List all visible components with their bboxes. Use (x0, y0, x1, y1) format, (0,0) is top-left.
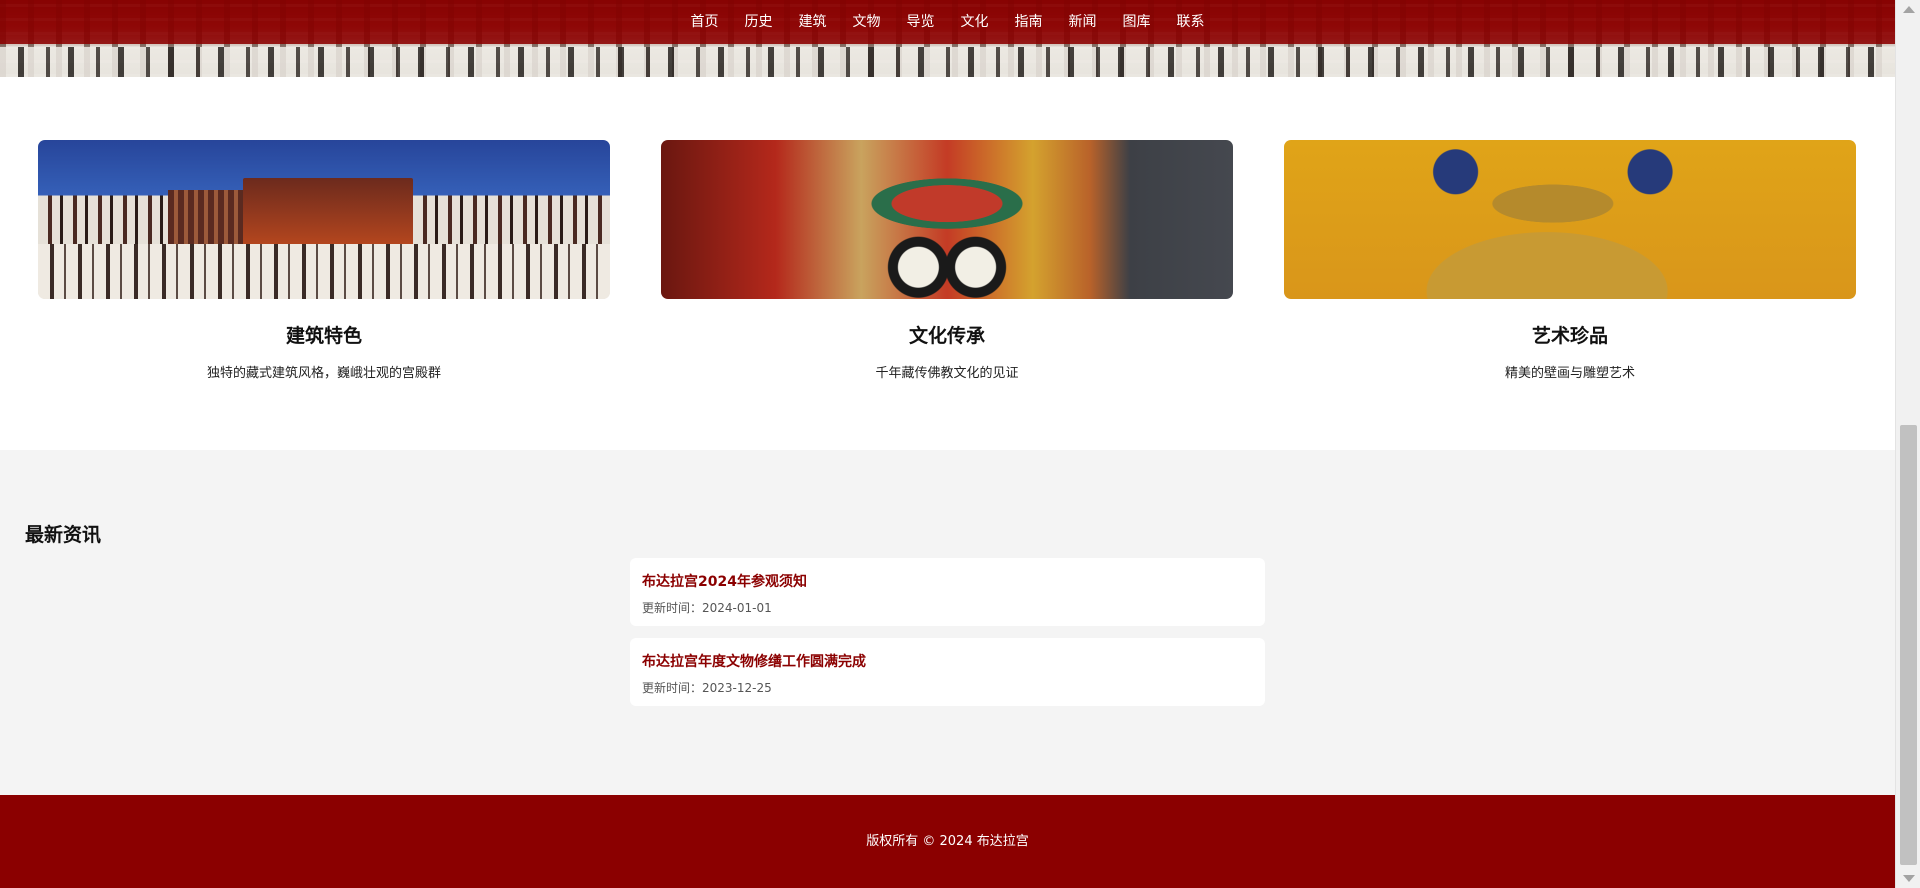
nav-item-history[interactable]: 历史 (732, 0, 786, 44)
nav-item-home[interactable]: 首页 (678, 0, 732, 44)
news-heading: 最新资讯 (25, 524, 102, 546)
news-section: 最新资讯 布达拉宫2024年参观须知 更新时间：2024-01-01 布达拉宫年… (0, 450, 1895, 795)
scrollbar-thumb[interactable] (1900, 425, 1917, 865)
scroll-up-icon[interactable] (1903, 6, 1915, 13)
feature-title: 艺术珍品 (1531, 325, 1608, 347)
scroll-down-icon[interactable] (1903, 875, 1915, 882)
news-item[interactable]: 布达拉宫年度文物修缮工作圆满完成 更新时间：2023-12-25 (630, 638, 1265, 706)
nav-item-tour[interactable]: 导览 (894, 0, 948, 44)
nav-item-guide[interactable]: 指南 (1002, 0, 1056, 44)
feature-description: 精美的壁画与雕塑艺术 (1504, 366, 1635, 381)
feature-card-culture[interactable]: 文化传承 千年藏传佛教文化的见证 (661, 140, 1233, 381)
page: 首页 历史 建筑 文物 导览 文化 指南 新闻 图库 联系 建筑特色 独特的藏式… (0, 0, 1920, 888)
feature-title: 文化传承 (908, 325, 985, 347)
vertical-scrollbar[interactable] (1895, 0, 1920, 888)
nav-item-architecture[interactable]: 建筑 (786, 0, 840, 44)
art-image (1284, 140, 1856, 299)
nav-item-news[interactable]: 新闻 (1056, 0, 1110, 44)
feature-card-architecture[interactable]: 建筑特色 独特的藏式建筑风格，巍峨壮观的宫殿群 (38, 140, 610, 381)
nav-item-gallery[interactable]: 图库 (1110, 0, 1164, 44)
news-title[interactable]: 布达拉宫2024年参观须知 (642, 571, 1253, 591)
feature-title: 建筑特色 (285, 325, 362, 347)
news-date: 更新时间：2024-01-01 (642, 601, 772, 615)
news-date: 更新时间：2023-12-25 (642, 681, 772, 695)
news-item[interactable]: 布达拉宫2024年参观须知 更新时间：2024-01-01 (630, 558, 1265, 626)
culture-image (661, 140, 1233, 299)
news-list: 布达拉宫2024年参观须知 更新时间：2024-01-01 布达拉宫年度文物修缮… (630, 558, 1265, 718)
nav-item-culture[interactable]: 文化 (948, 0, 1002, 44)
footer: 版权所有 © 2024 布达拉宫 (0, 795, 1895, 888)
copyright-text: 版权所有 © 2024 布达拉宫 (866, 834, 1029, 849)
nav-item-contact[interactable]: 联系 (1164, 0, 1218, 44)
news-title[interactable]: 布达拉宫年度文物修缮工作圆满完成 (642, 651, 1253, 671)
nav-item-relics[interactable]: 文物 (840, 0, 894, 44)
top-navigation: 首页 历史 建筑 文物 导览 文化 指南 新闻 图库 联系 (0, 0, 1895, 44)
feature-description: 千年藏传佛教文化的见证 (875, 366, 1019, 381)
feature-description: 独特的藏式建筑风格，巍峨壮观的宫殿群 (206, 366, 441, 381)
feature-cards: 建筑特色 独特的藏式建筑风格，巍峨壮观的宫殿群 文化传承 千年藏传佛教文化的见证… (38, 140, 1856, 381)
architecture-image (38, 140, 610, 299)
feature-card-art[interactable]: 艺术珍品 精美的壁画与雕塑艺术 (1284, 140, 1856, 381)
